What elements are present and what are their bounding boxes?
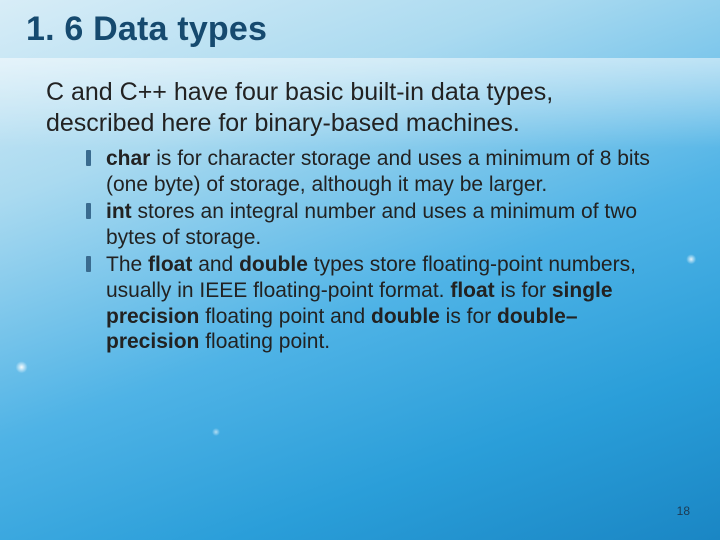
slide-title: 1. 6 Data types: [26, 10, 684, 49]
keyword: float: [148, 253, 192, 276]
keyword: int: [106, 200, 132, 223]
keyword: char: [106, 147, 150, 170]
list-item: int stores an integral number and uses a…: [86, 199, 650, 250]
list-item: The float and double types store floatin…: [86, 252, 650, 354]
text: is for character storage and uses a mini…: [106, 147, 650, 196]
keyword: double: [371, 305, 440, 328]
list-item: char is for character storage and uses a…: [86, 146, 650, 197]
page-number: 18: [677, 504, 690, 518]
text: is for: [440, 305, 497, 328]
text: is for: [495, 279, 552, 302]
text: floating point.: [199, 330, 330, 353]
slide: 1. 6 Data types C and C++ have four basi…: [0, 0, 720, 540]
text: The: [106, 253, 148, 276]
keyword: double: [239, 253, 308, 276]
text: and: [192, 253, 239, 276]
text: floating point and: [199, 305, 371, 328]
intro-paragraph: C and C++ have four basic built-in data …: [46, 77, 664, 138]
text: stores an integral number and uses a min…: [106, 200, 637, 249]
keyword: float: [450, 279, 494, 302]
bullet-list: char is for character storage and uses a…: [86, 146, 650, 355]
